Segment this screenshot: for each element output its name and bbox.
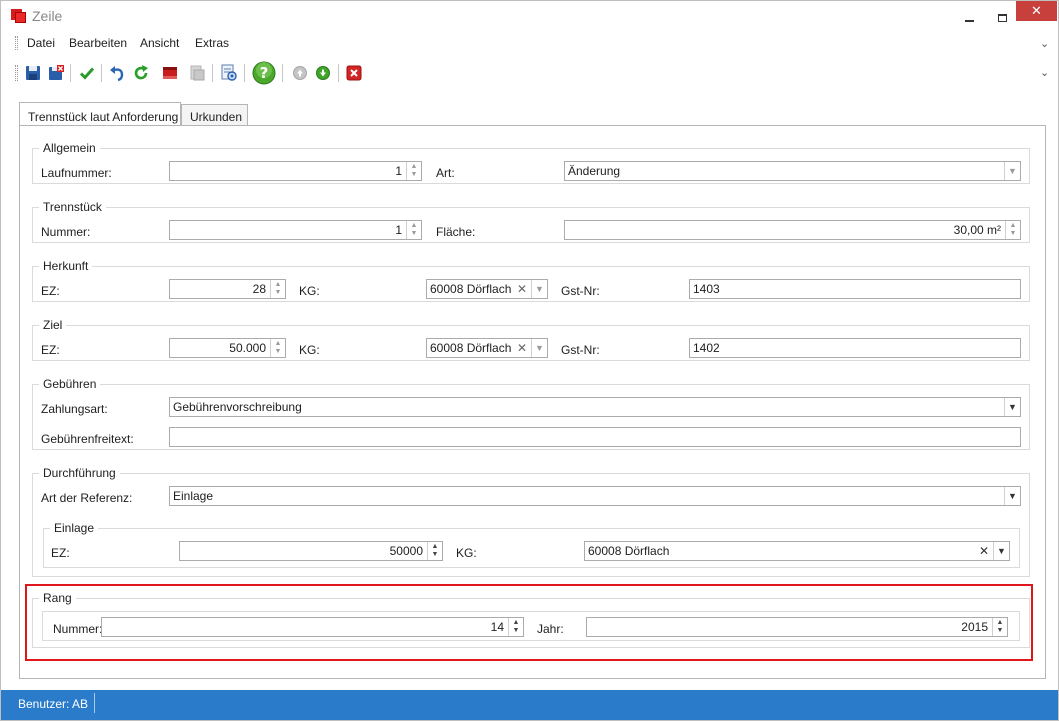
menu-item-extras[interactable]: Extras [195,36,229,50]
clear-icon[interactable]: ✕ [514,339,530,357]
clear-icon[interactable]: ✕ [514,280,530,298]
einlage-kg-label: KG: [456,546,477,560]
save-close-icon[interactable] [47,64,65,82]
chevron-down-icon[interactable]: ▼ [1004,487,1020,505]
toolbar-separator [70,64,71,82]
referenz-select[interactable]: Einlage ▼ [169,486,1021,506]
herkunft-gst-label: Gst-Nr: [561,284,600,298]
print-preview-icon[interactable] [188,64,206,82]
down-icon[interactable] [314,64,332,82]
chevron-down-icon[interactable]: ▼ [1004,398,1020,416]
tab-trennstueck[interactable]: Trennstück laut Anforderung [19,102,181,127]
toolbar-separator [282,64,283,82]
save-icon[interactable] [24,64,42,82]
ziel-ez-input[interactable]: 50.000 ▲ ▼ [169,338,286,358]
toolbar-separator [212,64,213,82]
herkunft-kg-select[interactable]: 60008 Dörflach ✕ ▼ [426,279,548,299]
toolbar: ? ⌄ [1,56,1058,90]
clear-icon[interactable]: ✕ [976,542,992,560]
group-title: Trennstück [39,200,106,214]
group-title: Allgemein [39,141,100,155]
status-user: Benutzer: AB [18,697,89,711]
art-select[interactable]: Änderung ▼ [564,161,1021,181]
laufnummer-label: Laufnummer: [41,166,112,180]
chevron-down-icon[interactable]: ▼ [993,542,1009,560]
toolbar-overflow-chevron-icon[interactable]: ⌄ [1040,68,1050,79]
trennstueck-nummer-label: Nummer: [41,225,91,239]
chevron-down-icon[interactable]: ▼ [531,280,547,298]
menu-overflow-chevron-icon[interactable]: ⌄ [1040,39,1050,50]
group-title: Ziel [39,318,67,332]
up-icon[interactable] [291,64,309,82]
menu-item-datei[interactable]: Datei [27,36,55,50]
ziel-kg-select[interactable]: 60008 Dörflach ✕ ▼ [426,338,548,358]
close-icon: ✕ [1031,3,1042,18]
ziel-kg-label: KG: [299,343,320,357]
toolbar-separator [244,64,245,82]
close-window-button[interactable]: ✕ [1016,1,1057,21]
chevron-down-icon[interactable]: ▼ [1004,162,1020,180]
document-view-icon[interactable] [220,64,238,82]
einlage-kg-select[interactable]: 60008 Dörflach ✕ ▼ [584,541,1010,561]
minimize-button[interactable] [956,1,982,32]
herkunft-ez-label: EZ: [41,284,60,298]
status-bar: Benutzer: AB [1,690,1058,720]
minimize-icon [964,19,974,22]
flaeche-stepper[interactable]: ▲ ▼ [1005,221,1020,239]
delete-record-icon[interactable] [161,64,179,82]
rang-highlight-frame [25,584,1033,661]
svg-text:?: ? [260,64,269,82]
menu-bar: Datei Bearbeiten Ansicht Extras ⌄ [1,32,1058,54]
referenz-label: Art der Referenz: [41,491,133,505]
trennstueck-nummer-input[interactable]: 1 ▲ ▼ [169,220,422,240]
menu-grip[interactable] [15,36,18,50]
zahlungsart-label: Zahlungsart: [41,402,108,416]
app-logo-icon [11,9,27,23]
menu-item-bearbeiten[interactable]: Bearbeiten [69,36,127,50]
ziel-gst-label: Gst-Nr: [561,343,600,357]
trennstueck-nummer-stepper[interactable]: ▲ ▼ [406,221,421,239]
refresh-icon[interactable] [132,64,150,82]
tab-urkunden[interactable]: Urkunden [181,104,248,127]
flaeche-label: Fläche: [436,225,476,239]
group-title: Durchführung [39,466,120,480]
close-record-icon[interactable] [345,64,363,82]
group-title: Herkunft [39,259,93,273]
check-icon[interactable] [78,64,96,82]
maximize-button[interactable] [989,1,1015,32]
application-window: Zeile ✕ Datei Bearbeiten Ansicht Extras … [0,0,1059,721]
window-title: Zeile [32,8,63,24]
maximize-icon [997,13,1007,22]
laufnummer-stepper[interactable]: ▲ ▼ [406,162,421,180]
einlage-ez-stepper[interactable]: ▲ ▼ [427,542,442,560]
toolbar-grip[interactable] [15,65,18,81]
title-bar: Zeile ✕ [1,1,1058,32]
einlage-ez-input[interactable]: 50000 ▲ ▼ [179,541,443,561]
toolbar-separator [101,64,102,82]
chevron-down-icon[interactable]: ▼ [531,339,547,357]
herkunft-ez-input[interactable]: 28 ▲ ▼ [169,279,286,299]
menu-item-ansicht[interactable]: Ansicht [140,36,179,50]
flaeche-input[interactable]: 30,00 m² ▲ ▼ [564,220,1021,240]
herkunft-kg-label: KG: [299,284,320,298]
ziel-ez-label: EZ: [41,343,60,357]
toolbar-separator [338,64,339,82]
help-icon[interactable]: ? [252,61,276,85]
group-title: Gebühren [39,377,101,391]
einlage-ez-label: EZ: [51,546,70,560]
ziel-gst-input[interactable]: 1402 [689,338,1021,358]
herkunft-ez-stepper[interactable]: ▲ ▼ [270,280,285,298]
gebuehrenfreitext-input[interactable] [169,427,1021,447]
zahlungsart-select[interactable]: Gebührenvorschreibung ▼ [169,397,1021,417]
gebuehrenfreitext-label: Gebührenfreitext: [41,432,134,446]
ziel-ez-stepper[interactable]: ▲ ▼ [270,339,285,357]
laufnummer-input[interactable]: 1 ▲ ▼ [169,161,422,181]
herkunft-gst-input[interactable]: 1403 [689,279,1021,299]
undo-icon[interactable] [109,64,127,82]
status-separator [94,693,95,713]
group-title: Einlage [50,521,99,535]
art-label: Art: [436,166,455,180]
